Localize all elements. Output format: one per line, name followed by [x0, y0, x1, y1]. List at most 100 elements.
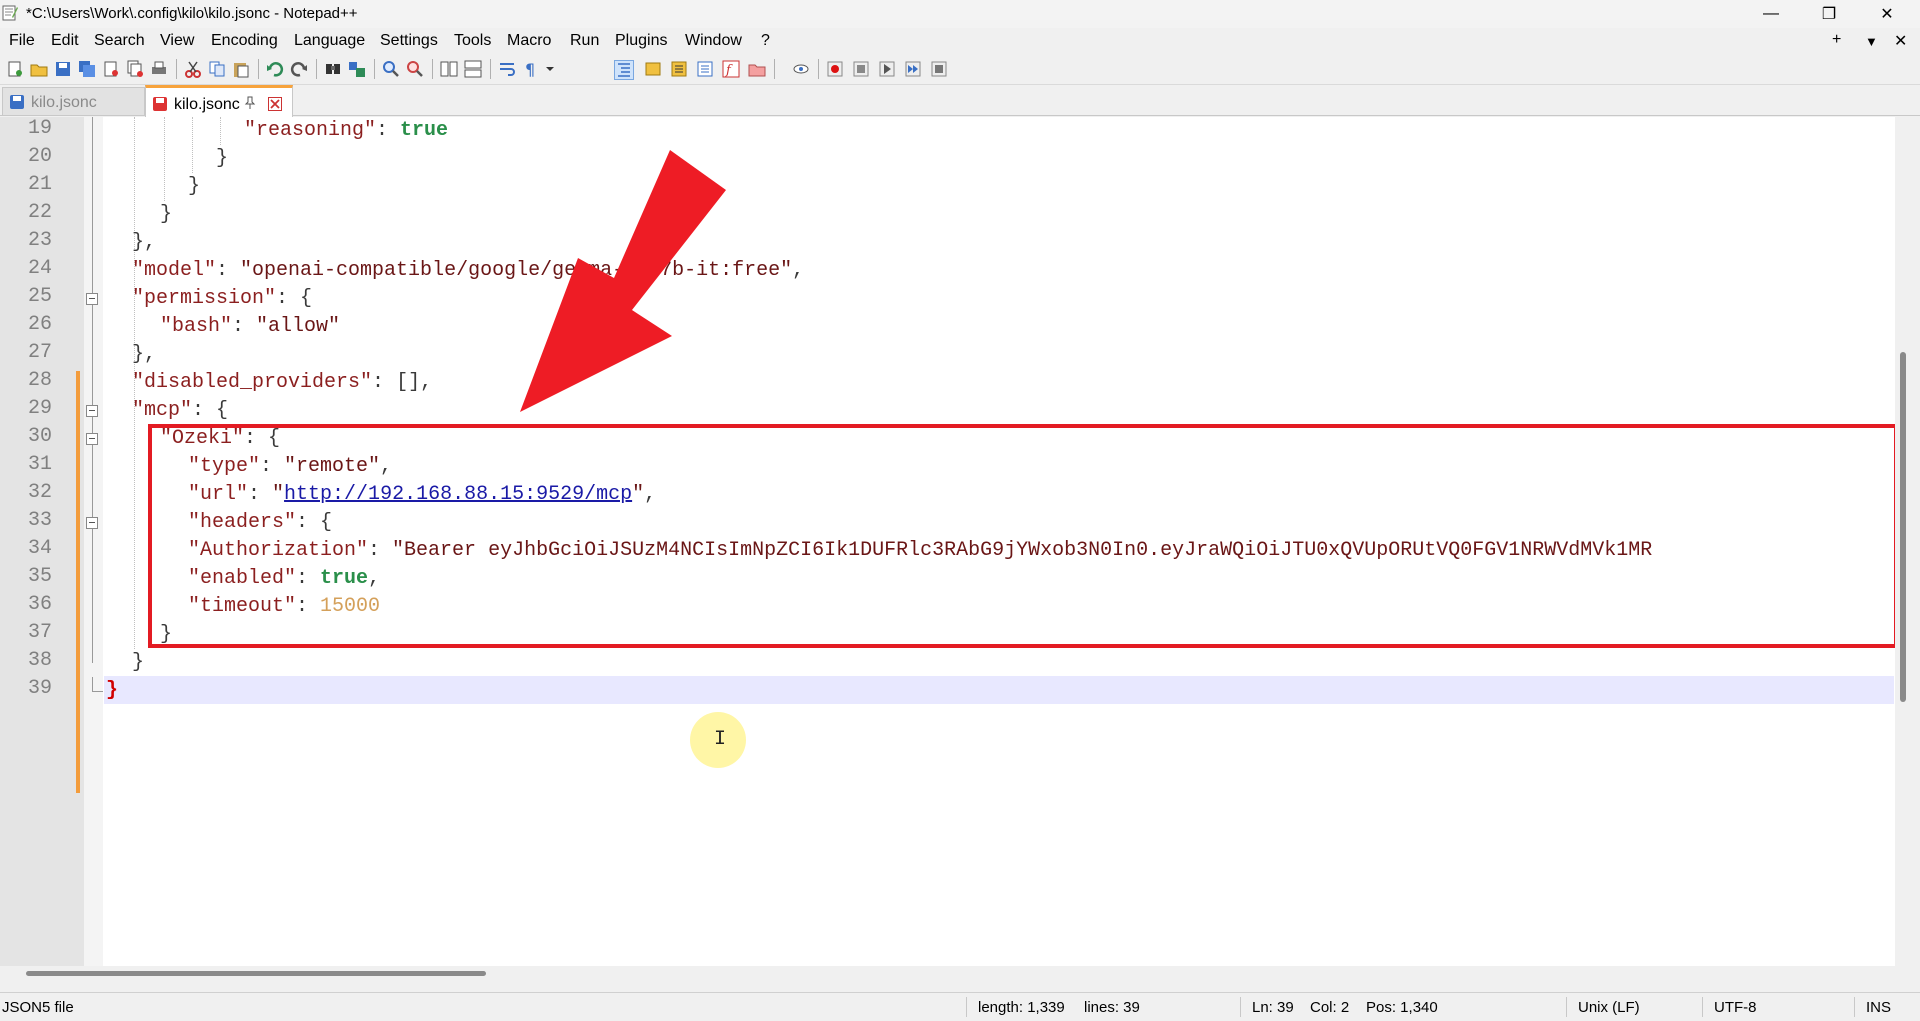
tab-bar: kilo.jsonc kilo.jsonc — [0, 85, 1920, 118]
copy-icon[interactable] — [208, 60, 226, 78]
close-file-icon[interactable] — [102, 60, 120, 78]
pin-icon[interactable] — [243, 96, 257, 110]
menu-file[interactable]: File — [9, 32, 35, 50]
status-encoding[interactable]: UTF-8 — [1714, 999, 1757, 1016]
vertical-scrollbar[interactable] — [1895, 117, 1920, 979]
doc-list-icon[interactable] — [670, 60, 688, 78]
word-wrap-icon[interactable] — [498, 60, 516, 78]
menu-tools[interactable]: Tools — [454, 32, 491, 50]
undo-icon[interactable] — [266, 60, 284, 78]
json-key: "bash" — [160, 315, 233, 338]
function-icon[interactable]: f — [722, 60, 740, 78]
doc-map-icon[interactable] — [644, 60, 662, 78]
tab-list-button[interactable]: ▼ — [1865, 34, 1878, 49]
horizontal-scroll-thumb[interactable] — [26, 971, 486, 976]
json-value: [] — [396, 371, 421, 394]
code-line-29: "mcp": { — [132, 399, 229, 422]
menu-plugins[interactable]: Plugins — [615, 32, 667, 50]
open-file-icon[interactable] — [30, 60, 48, 78]
json-key: "permission" — [132, 287, 277, 310]
menu-encoding[interactable]: Encoding — [211, 32, 278, 50]
menu-help[interactable]: ? — [761, 32, 770, 50]
line-number: 23 — [27, 229, 52, 252]
line-number: 25 — [27, 285, 52, 308]
indent-guide — [220, 117, 221, 145]
menu-view[interactable]: View — [160, 32, 194, 50]
status-eol[interactable]: Unix (LF) — [1578, 999, 1640, 1016]
stop-macro-icon[interactable] — [852, 60, 870, 78]
menu-run[interactable]: Run — [570, 32, 599, 50]
tab-kilo-jsonc-inactive[interactable]: kilo.jsonc — [2, 87, 145, 115]
monitor-icon[interactable] — [792, 60, 810, 78]
status-bar: JSON5 file length: 1,339 lines: 39 Ln: 3… — [0, 992, 1920, 1021]
json-brace-matched: } — [106, 679, 119, 702]
code-line-38: } — [132, 649, 144, 677]
minimize-button[interactable]: — — [1744, 0, 1798, 28]
line-number: 39 — [27, 677, 52, 700]
restore-button[interactable]: ❐ — [1802, 0, 1856, 28]
code-line-20: } — [216, 145, 228, 173]
fold-toggle-headers[interactable] — [86, 517, 98, 529]
status-line[interactable]: Ln: 39 — [1252, 999, 1294, 1016]
save-icon[interactable] — [54, 60, 72, 78]
code-line-27: }, — [132, 341, 156, 369]
sync-horizontal-icon[interactable] — [464, 60, 482, 78]
vertical-scroll-thumb[interactable] — [1900, 352, 1906, 702]
status-separator — [1566, 997, 1567, 1017]
status-position[interactable]: Pos: 1,340 — [1366, 999, 1438, 1016]
folder-workspace-icon[interactable] — [748, 60, 766, 78]
line-number: 27 — [27, 341, 52, 364]
save-all-icon[interactable] — [78, 60, 96, 78]
sync-vertical-icon[interactable] — [440, 60, 458, 78]
close-icon[interactable] — [268, 97, 282, 111]
toolbar-separator — [374, 59, 375, 79]
title-bar: *C:\Users\Work\.config\kilo\kilo.jsonc -… — [0, 0, 1920, 28]
toolbar-separator — [774, 59, 775, 79]
status-column[interactable]: Col: 2 — [1310, 999, 1349, 1016]
fold-toggle-ozeki[interactable] — [86, 433, 98, 445]
fold-toggle-mcp[interactable] — [86, 405, 98, 417]
new-file-icon[interactable] — [6, 60, 24, 78]
close-window-button[interactable]: ✕ — [1860, 0, 1914, 28]
show-all-chars-icon[interactable]: ¶ — [522, 60, 540, 78]
tab-kilo-jsonc-active[interactable]: kilo.jsonc — [145, 85, 293, 118]
chevron-down-icon[interactable] — [544, 60, 556, 78]
annotation-highlight-box — [148, 424, 1898, 648]
redo-icon[interactable] — [290, 60, 308, 78]
menu-search[interactable]: Search — [94, 32, 145, 50]
window-title: *C:\Users\Work\.config\kilo\kilo.jsonc -… — [26, 5, 358, 22]
zoom-in-icon[interactable] — [382, 60, 400, 78]
fold-toggle-permission[interactable] — [86, 293, 98, 305]
toolbar: ¶ f — [0, 54, 1920, 85]
status-separator — [1854, 997, 1855, 1017]
status-insert-mode[interactable]: INS — [1866, 999, 1891, 1016]
toolbar-separator — [176, 59, 177, 79]
menu-settings[interactable]: Settings — [380, 32, 438, 50]
line-number: 26 — [27, 313, 52, 336]
save-macro-icon[interactable] — [930, 60, 948, 78]
find-icon[interactable] — [324, 60, 342, 78]
line-number: 32 — [27, 481, 52, 504]
toolbar-separator — [432, 59, 433, 79]
replace-icon[interactable] — [348, 60, 366, 78]
menu-edit[interactable]: Edit — [51, 32, 79, 50]
json-brace: { — [300, 287, 313, 310]
menu-window[interactable]: Window — [685, 32, 742, 50]
close-tab-button[interactable]: ✕ — [1894, 31, 1907, 51]
record-macro-icon[interactable] — [826, 60, 844, 78]
play-macro-icon[interactable] — [878, 60, 896, 78]
new-tab-button[interactable]: + — [1832, 31, 1841, 49]
print-icon[interactable] — [150, 60, 168, 78]
function-list-icon[interactable] — [696, 60, 714, 78]
line-number: 24 — [27, 257, 52, 280]
cut-icon[interactable] — [184, 60, 202, 78]
paste-icon[interactable] — [232, 60, 250, 78]
close-all-icon[interactable] — [126, 60, 144, 78]
menu-language[interactable]: Language — [294, 32, 365, 50]
indent-guide-icon[interactable] — [614, 60, 634, 80]
zoom-out-icon[interactable] — [406, 60, 424, 78]
json-brace: } — [216, 147, 229, 170]
code-line-26: "bash": "allow" — [160, 315, 341, 338]
menu-macro[interactable]: Macro — [507, 32, 551, 50]
run-macro-multiple-icon[interactable] — [904, 60, 922, 78]
